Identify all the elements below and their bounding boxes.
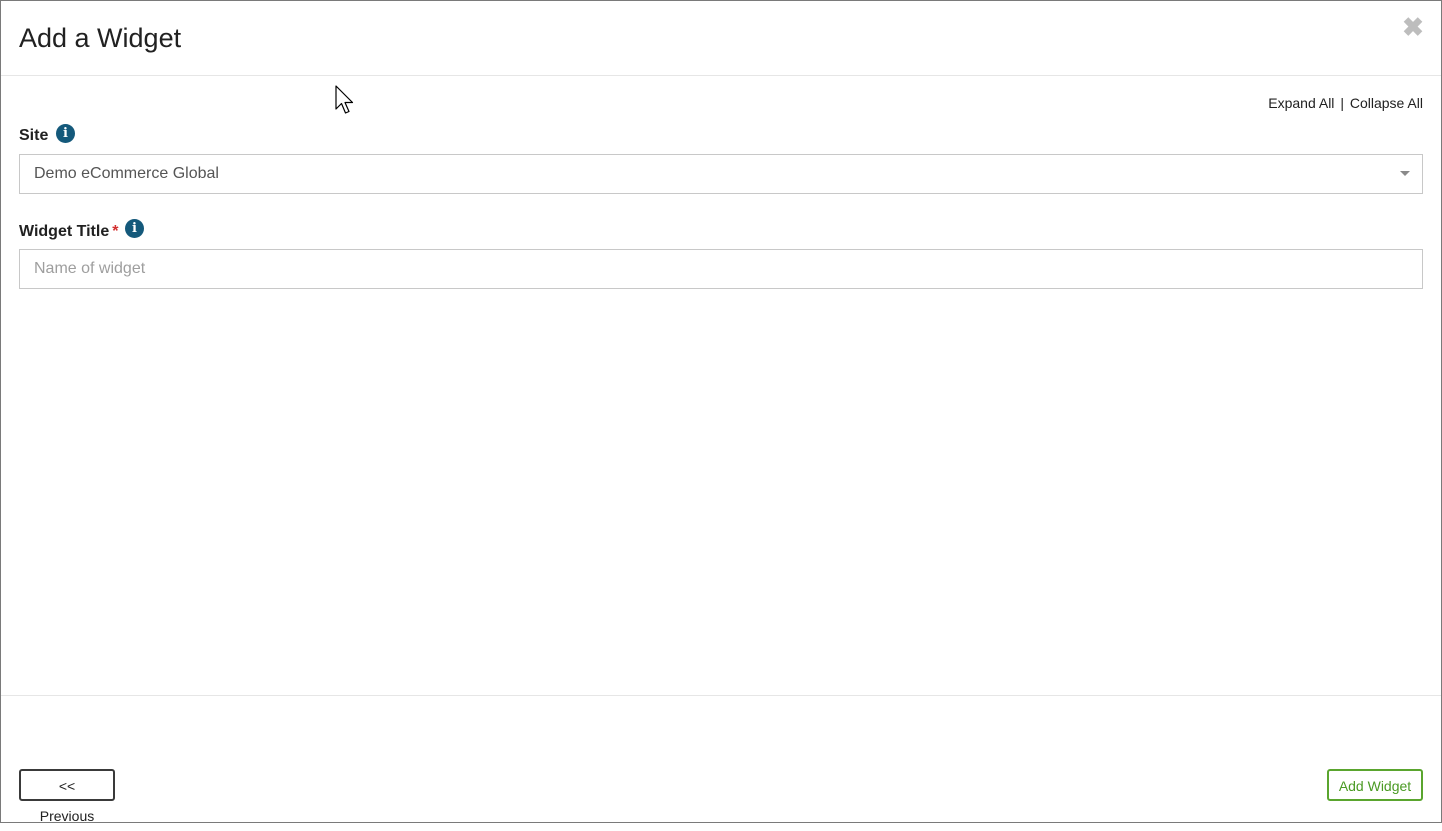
collapse-all-link[interactable]: Collapse All <box>1350 95 1423 111</box>
widget-title-label-text: Widget Title <box>19 223 110 240</box>
add-widget-dialog: Add a Widget ✖ Expand All | Collapse All… <box>0 0 1442 824</box>
close-icon[interactable]: ✖ <box>1401 13 1425 41</box>
site-info-icon[interactable]: i <box>56 124 75 143</box>
add-widget-button[interactable]: Add Widget <box>1327 769 1423 801</box>
site-select[interactable]: Demo eCommerce Global <box>19 154 1423 194</box>
expand-collapse-controls: Expand All | Collapse All <box>1268 94 1423 112</box>
caret-down-icon <box>1400 171 1410 176</box>
dialog-title: Add a Widget <box>19 23 182 53</box>
mouse-cursor-icon <box>335 85 354 114</box>
expand-all-link[interactable]: Expand All <box>1268 95 1334 111</box>
site-select-value: Demo eCommerce Global <box>34 165 219 182</box>
dialog-header: Add a Widget ✖ <box>1 1 1441 76</box>
link-separator: | <box>1340 95 1344 111</box>
widget-title-info-icon[interactable]: i <box>125 219 144 238</box>
widget-title-input[interactable] <box>19 249 1423 289</box>
widget-title-label: Widget Title * <box>19 222 118 242</box>
site-label: Site <box>19 126 48 146</box>
footer-divider <box>1 695 1441 696</box>
site-label-text: Site <box>19 127 49 144</box>
previous-button[interactable]: << Previous <box>19 769 115 824</box>
required-marker: * <box>112 223 119 240</box>
